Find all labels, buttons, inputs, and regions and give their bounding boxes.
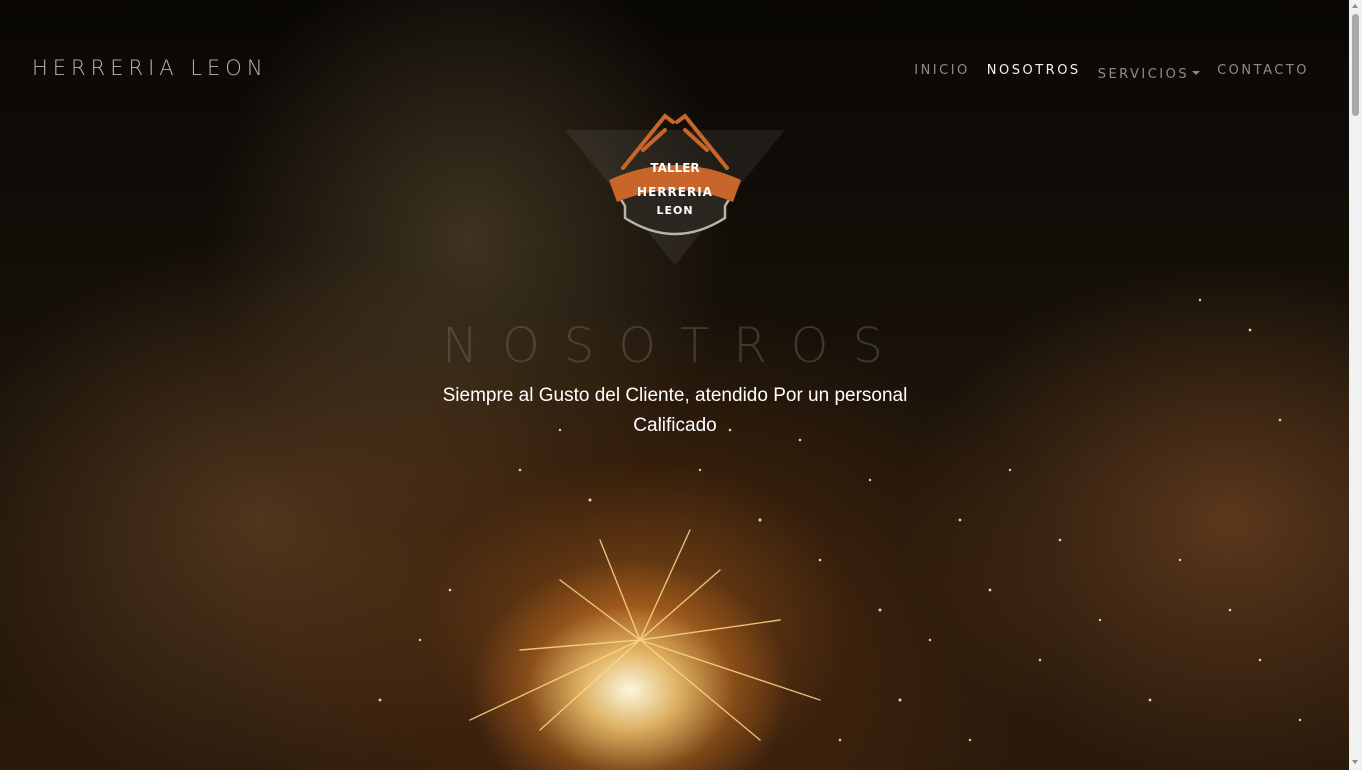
taller-herreria-leon-logo: TALLER HERRERIA LEON <box>565 113 785 265</box>
logo-line-taller: TALLER <box>650 161 699 175</box>
page-title: NOSOTROS <box>442 318 907 374</box>
logo-line-leon: LEON <box>656 204 693 217</box>
scroll-up-arrow-icon[interactable] <box>1352 4 1358 8</box>
nav-link-nosotros[interactable]: NOSOTROS <box>987 63 1081 82</box>
nav-link-servicios-label: SERVICIOS <box>1097 67 1190 82</box>
nav-menu: INICIO NOSOTROS SERVICIOS CONTACTO <box>914 63 1309 82</box>
hero-subtitle: Siempre al Gusto del Cliente, atendido P… <box>442 385 908 436</box>
scroll-down-arrow-icon[interactable] <box>1352 760 1358 764</box>
nav-link-contacto[interactable]: CONTACTO <box>1217 63 1309 82</box>
brand-logo-text[interactable]: HERRERIA LEON <box>32 56 268 80</box>
nav-dropdown-servicios[interactable]: SERVICIOS <box>1097 63 1201 82</box>
vertical-scrollbar[interactable] <box>1349 0 1362 770</box>
caret-down-icon <box>1192 71 1201 75</box>
nav-link-inicio[interactable]: INICIO <box>914 63 970 82</box>
scrollbar-thumb[interactable] <box>1352 14 1359 116</box>
logo-line-herreria: HERRERIA <box>637 185 713 199</box>
